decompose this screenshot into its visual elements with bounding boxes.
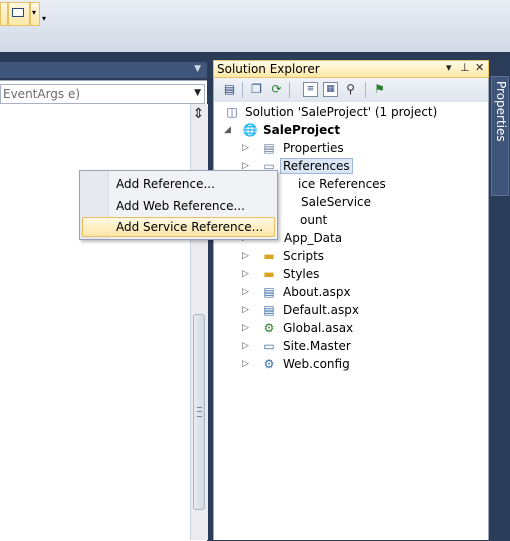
solution-explorer-title: Solution Explorer [217,62,320,76]
window-position-icon[interactable]: ▾ [446,61,452,74]
auto-hide-pin-icon[interactable]: ⊥ [460,61,470,74]
expand-icon[interactable]: ▷ [242,143,251,153]
aspx-page-icon: ▤ [263,303,275,317]
properties-folder-icon: ▤ [263,141,275,155]
chevron-down-icon: ▾ [32,8,37,17]
tree-node-label: References [280,158,353,174]
copy-website-icon[interactable]: ⚲ [343,82,358,97]
aspx-page-icon: ▤ [263,285,275,299]
menu-item-add-web-reference[interactable]: Add Web Reference... [82,196,275,216]
tree-node-properties[interactable]: ▷ ▤ Properties [214,140,484,158]
menu-item-label: Add Web Reference... [116,199,245,213]
tree-node-project[interactable]: ◢ 🌐 SaleProject [214,122,484,140]
tree-node-site-master[interactable]: ▷ ▭ Site.Master [214,338,484,356]
tree-node-scripts[interactable]: ▷ ▬ Scripts [214,248,484,266]
expand-icon[interactable]: ▷ [242,305,251,315]
tree-node-label: About.aspx [283,285,351,299]
tree-node-label: Site.Master [283,339,351,353]
solution-explorer-title-bar: Solution Explorer ▾ ⊥ ✕ [213,60,489,78]
toolbar-button-group: ▾ ▾ [0,2,50,28]
global-asax-icon: ⚙ [263,321,275,335]
menu-item-add-service-reference[interactable]: Add Service Reference... [82,217,275,237]
chevron-down-icon[interactable]: ▼ [194,64,201,74]
member-dropdown-value: EventArgs e) [3,87,81,101]
scrollbar-thumb[interactable] [193,314,205,510]
properties-tab-label: Properties [494,81,508,142]
class-diagram-icon[interactable]: ⚑ [372,82,387,97]
tree-node-global-asax[interactable]: ▷ ⚙ Global.asax [214,320,484,338]
toolbar-window-button[interactable] [8,2,30,26]
folder-icon: ▬ [263,249,275,263]
expand-icon[interactable]: ▷ [242,323,251,333]
tree-node-default-aspx[interactable]: ▷ ▤ Default.aspx [214,302,484,320]
tree-node-web-config[interactable]: ▷ ⚙ Web.config [214,356,484,374]
editor-tab-strip: ▼ [0,62,207,78]
expand-icon[interactable]: ▷ [242,359,251,369]
tree-node-label: Default.aspx [283,303,359,317]
tree-node-label: ount [300,213,328,227]
tree-node-solution[interactable]: ◫ Solution 'SaleProject' (1 project) [214,104,484,122]
menu-item-label: Add Reference... [116,177,215,191]
web-config-icon: ⚙ [263,357,275,371]
properties-icon[interactable]: ▤ [222,82,237,97]
solution-icon: ◫ [226,105,238,119]
split-window-icon[interactable]: ⇕ [191,106,206,124]
folder-icon: ▬ [263,267,275,281]
tree-node-label: Styles [283,267,320,281]
menu-item-add-reference[interactable]: Add Reference... [82,174,275,194]
tree-node-label: SaleProject [263,123,341,137]
context-menu: Add Reference... Add Web Reference... Ad… [79,170,278,240]
tree-node-label: Web.config [283,357,350,371]
view-designer-icon[interactable]: ▦ [323,82,338,97]
toolbar-left-button[interactable] [0,2,8,26]
toolbar-overflow-icon[interactable]: ▾ [42,14,46,23]
view-code-icon[interactable]: ≡ [303,82,318,97]
properties-tab[interactable]: Properties [491,76,509,196]
solution-tree[interactable]: ◫ Solution 'SaleProject' (1 project) ◢ 🌐… [213,102,489,540]
show-all-files-icon[interactable]: ❐ [249,82,264,97]
expand-icon[interactable]: ▷ [242,269,251,279]
tree-node-label: SaleService [301,195,372,209]
web-project-icon: 🌐 [242,123,258,137]
solution-explorer-toolbar: ▤ ❐ ⟳ ≡ ▦ ⚲ ⚑ [213,78,489,102]
menu-item-label: Add Service Reference... [116,220,264,234]
tree-node-styles[interactable]: ▷ ▬ Styles [214,266,484,284]
tree-node-label: Solution 'SaleProject' (1 project) [245,105,438,119]
tree-node-label: App_Data [284,231,343,245]
expand-icon[interactable]: ▷ [242,251,251,261]
refresh-icon[interactable]: ⟳ [269,82,284,97]
close-icon[interactable]: ✕ [475,61,484,74]
chevron-down-icon: ▼ [194,88,201,98]
member-dropdown[interactable]: EventArgs e) ▼ [0,84,205,104]
master-page-icon: ▭ [263,339,275,353]
window-icon [12,8,24,17]
code-editor[interactable] [0,80,207,541]
expand-icon[interactable]: ▷ [242,341,251,351]
toolbar-dropdown-button[interactable]: ▾ [30,2,40,26]
tree-node-label: Scripts [283,249,325,263]
tree-node-label: Properties [283,141,344,155]
collapse-icon[interactable]: ◢ [224,125,233,135]
properties-side-strip: Properties [490,60,510,540]
main-toolbar: ▾ ▾ [0,0,510,52]
tree-node-about-aspx[interactable]: ▷ ▤ About.aspx [214,284,484,302]
expand-icon[interactable]: ▷ [242,287,251,297]
tree-node-label: Global.asax [283,321,354,335]
tree-node-label: ice References [298,177,386,191]
